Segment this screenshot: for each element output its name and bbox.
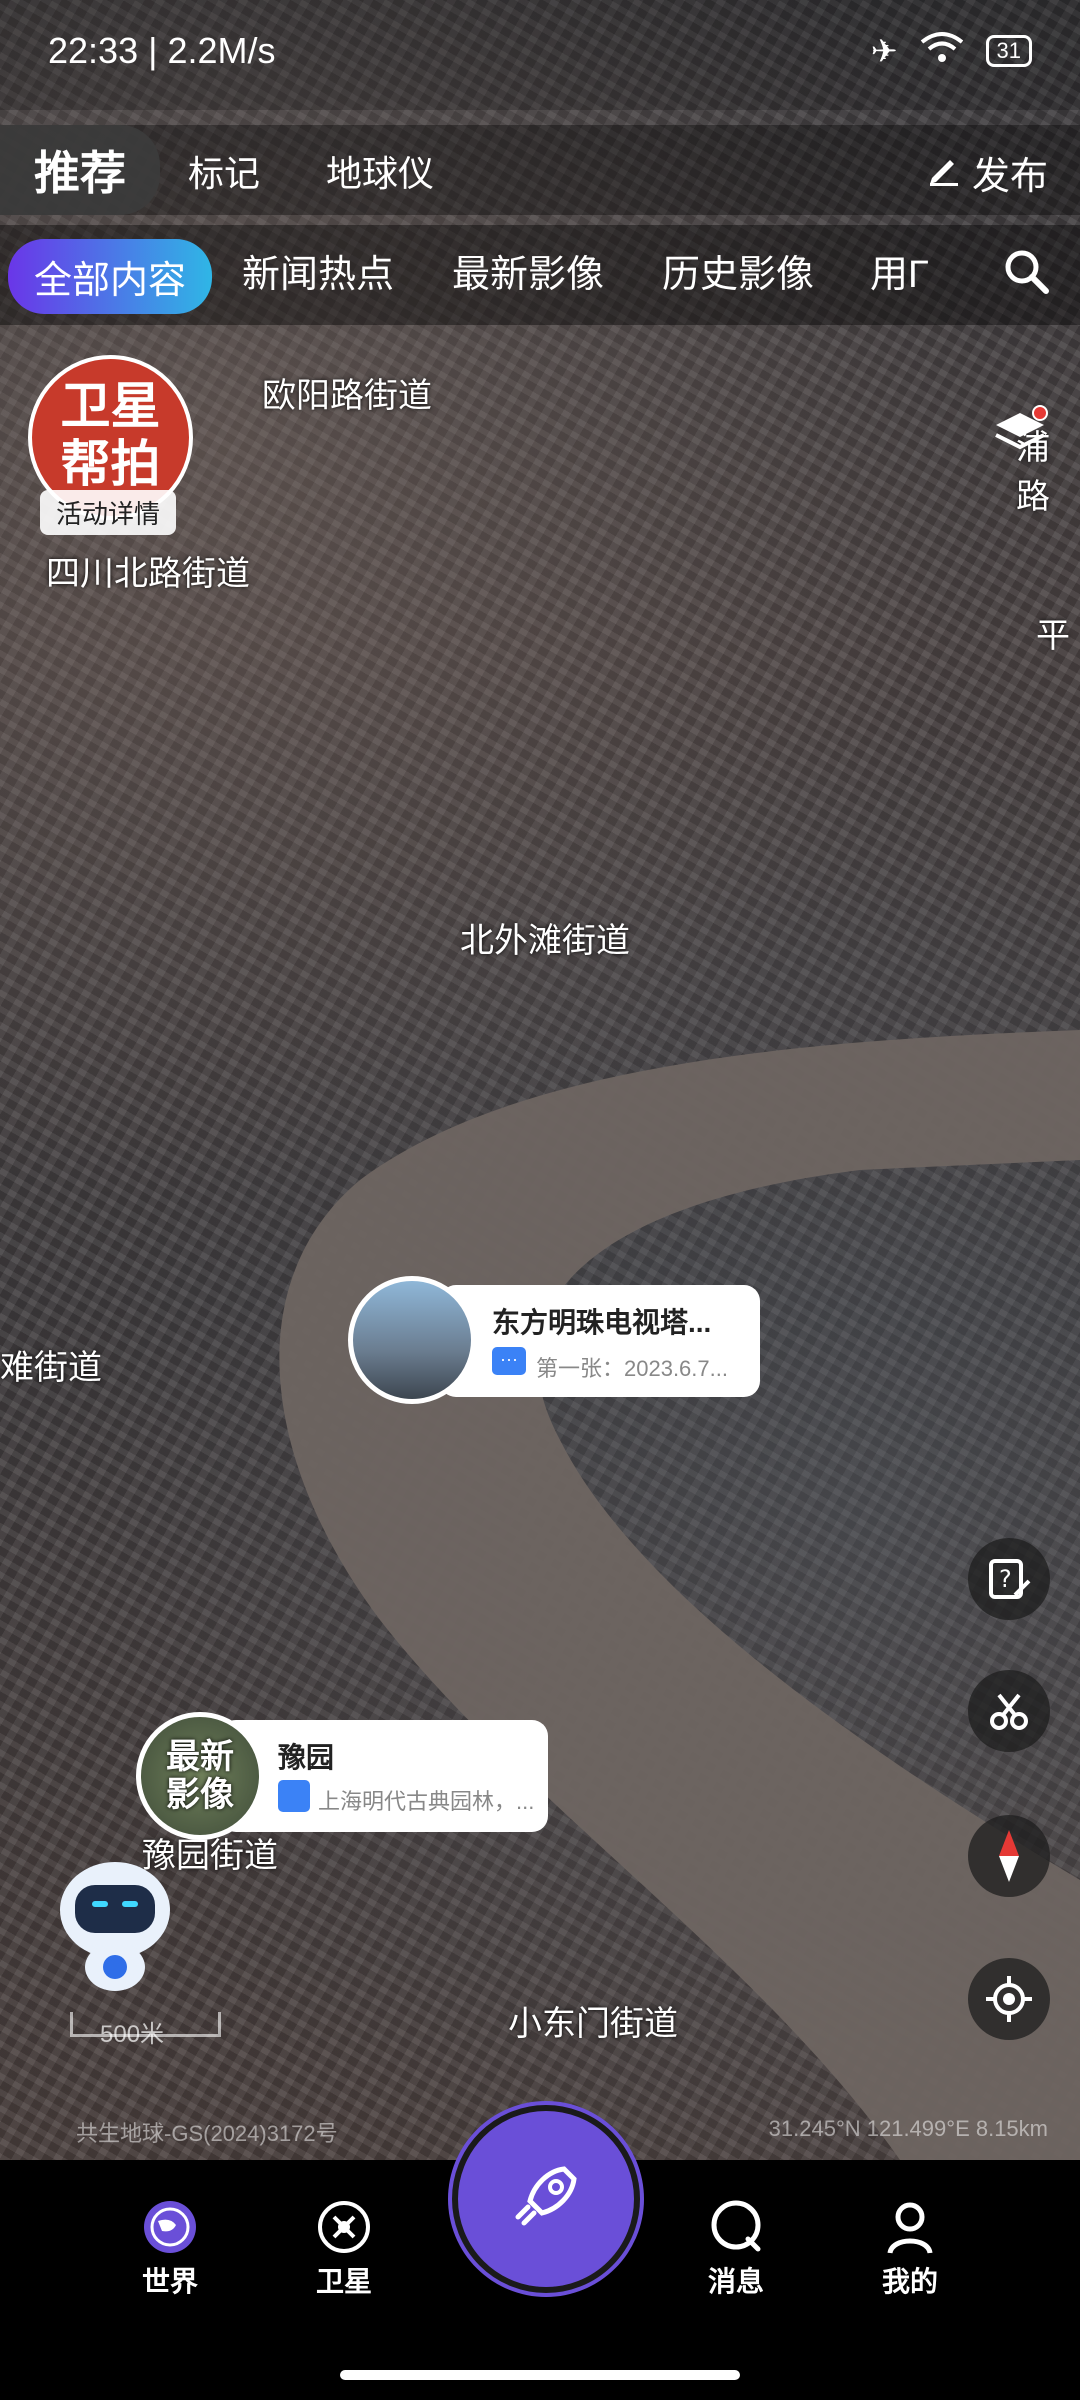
map-label-ping: 平 [1036,617,1070,655]
poi-card-oriental-pearl[interactable]: 东方明珠电视塔... ··· 第一张：2023.6.7... [440,1285,760,1397]
compass-icon [968,1815,1050,1897]
map-label-left-street: 难街道 [0,1349,102,1387]
bottom-navigation: 世界 卫星 消息 我的 [0,2105,1080,2400]
latest-imagery-badge-text: 最新 影像 [166,1738,234,1814]
map-coordinates: 31.245°N 121.499°E 8.15km [768,2116,1048,2141]
user-icon [840,2194,980,2260]
nav-world-label: 世界 [141,2266,198,2297]
tower-photo [348,1276,476,1404]
latest-imagery-badge[interactable]: 最新 影像 [136,1712,264,1840]
locate-button[interactable] [968,1958,1050,2040]
tab-marks[interactable]: 标记 [188,145,260,197]
poi-title-yuyuan: 豫园 [278,1742,335,1773]
activity-details-button[interactable]: 活动详情 [40,490,177,535]
status-icons: ✈ 31 [871,30,1032,72]
chip-user[interactable]: 用Г [870,243,940,298]
battery-icon: 31 [985,35,1032,67]
nav-world[interactable]: 世界 [100,2194,240,2300]
top-tabs: 推荐 标记 地球仪 发布 [0,125,1080,215]
compass-button[interactable] [968,1815,1050,1897]
help-edit-icon: ? [968,1538,1050,1620]
wifi-icon [920,30,964,72]
status-bar: 22:33 | 2.2M/s ✈ 31 [0,0,1080,110]
cut-tool-button[interactable] [968,1670,1050,1752]
poi-thumb-oriental[interactable] [348,1276,476,1404]
poi-subtitle-yuyuan: 上海明代古典园林，... [318,1789,535,1814]
comment-icon: ··· [492,1347,526,1375]
map-label-ouyang: 欧阳路街道 [262,377,432,415]
help-edit-button[interactable]: ? [968,1538,1050,1620]
layers-icon [990,405,1050,470]
search-icon[interactable] [1002,247,1052,302]
nav-messages[interactable]: 消息 [666,2194,806,2300]
poi-title: 东方明珠电视塔... [492,1307,712,1338]
svg-text:?: ? [999,1565,1012,1593]
globe-icon [100,2194,240,2260]
home-indicator[interactable] [340,2370,740,2380]
map-label-xiaodongmen: 小东门街道 [508,2005,678,2043]
chip-latest-imagery[interactable]: 最新影像 [452,243,604,298]
poi-subtitle: 第一张：2023.6.7... [536,1356,728,1381]
locate-icon [968,1958,1050,2040]
map-label-beiwaitan: 北外滩街道 [460,922,630,960]
tab-globe[interactable]: 地球仪 [326,145,434,197]
publish-button[interactable]: 发布 [926,145,1048,200]
chip-history-imagery[interactable]: 历史影像 [662,243,814,298]
map-label-sichuan: 四川北路街道 [46,555,250,593]
tab-recommend[interactable]: 推荐 [0,125,160,215]
pencil-icon [926,150,962,196]
nav-satellite[interactable]: 卫星 [274,2194,414,2300]
activity-badge-text: 卫星 帮拍 [60,378,161,492]
image-icon [278,1780,310,1812]
airplane-icon: ✈ [870,33,898,69]
chip-news[interactable]: 新闻热点 [242,243,394,298]
nav-satellite-label: 卫星 [315,2266,372,2297]
category-chips: 全部内容 新闻热点 最新影像 历史影像 用Г [0,225,1080,325]
nav-messages-label: 消息 [707,2266,764,2297]
map-scale-label: 500米 [100,2021,165,2048]
launch-button[interactable] [452,2105,640,2293]
nav-mine-label: 我的 [881,2266,938,2297]
map-copyright: 共生地球-GS(2024)3172号 [76,2121,338,2146]
rocket-icon [506,2157,586,2242]
scissors-icon [968,1670,1050,1752]
assistant-robot-icon[interactable] [50,1855,180,1995]
chip-all[interactable]: 全部内容 [8,239,213,314]
layers-button[interactable] [990,405,1050,470]
nav-mine[interactable]: 我的 [840,2194,980,2300]
poi-card-yuyuan[interactable]: 豫园 上海明代古典园林，... [220,1720,548,1832]
publish-label: 发布 [971,156,1048,198]
status-time: 22:33 | 2.2M/s [48,30,276,71]
message-icon [666,2194,806,2260]
satellite-icon [274,2194,414,2260]
